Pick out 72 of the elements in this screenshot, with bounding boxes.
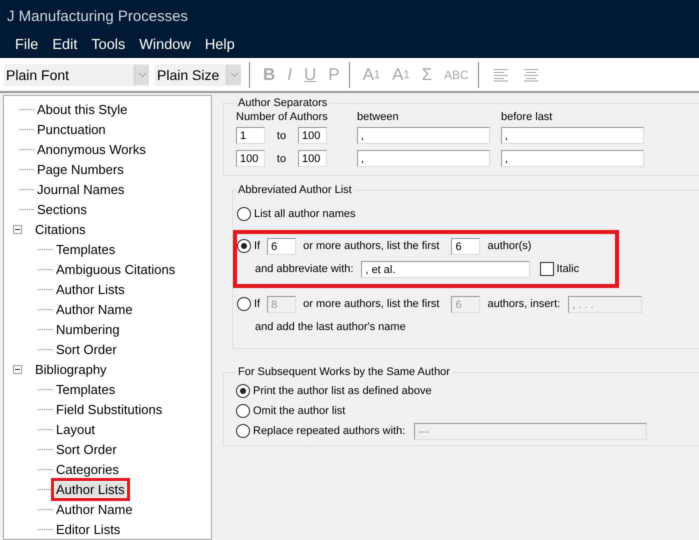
window-title: J Manufacturing Processes (7, 8, 188, 24)
menu-item[interactable]: Window (132, 37, 198, 53)
tree-item[interactable]: Bibliography (34, 362, 108, 376)
option-label: List all author names (254, 208, 356, 220)
tree-item[interactable]: Journal Names (36, 182, 126, 196)
tree-item[interactable]: Citations (34, 222, 87, 236)
tree-item[interactable]: Layout (55, 422, 96, 436)
caret-icon (226, 64, 241, 84)
option-text: author(s) (487, 240, 532, 252)
tree-item[interactable]: Page Numbers (36, 162, 125, 176)
option-text: or more authors, list the first (303, 298, 440, 310)
tree-item[interactable]: Author Lists (55, 482, 126, 496)
caret-icon (134, 64, 149, 84)
input-field[interactable]: , (501, 150, 644, 167)
option-label: If (254, 240, 260, 252)
collapse-icon[interactable] (13, 364, 22, 374)
tree-item[interactable]: Author Name (55, 502, 134, 516)
option-text: and abbreviate with: (255, 263, 354, 275)
radio-button[interactable] (236, 404, 250, 418)
group-title: For Subsequent Works by the Same Author (237, 366, 451, 378)
radio-button[interactable] (237, 297, 251, 311)
checkbox[interactable] (540, 262, 554, 276)
input-field[interactable]: 100 (298, 127, 327, 144)
input-field[interactable]: 6 (267, 238, 296, 254)
menu-item[interactable]: File (8, 37, 46, 53)
tree-item[interactable]: Author Name (55, 302, 134, 316)
tree-item[interactable]: Sort Order (55, 342, 118, 356)
font-dropdown[interactable]: Plain Font (4, 64, 149, 86)
column-header: Number of Authors (236, 111, 329, 123)
menu-item[interactable]: Tools (84, 37, 132, 53)
option-text: or more authors, list the first (303, 240, 440, 252)
option-label: Print the author list as defined above (253, 385, 432, 397)
radio-button[interactable] (237, 239, 251, 253)
tree-item[interactable]: Categories (55, 462, 120, 476)
to-label: to (276, 152, 288, 164)
input-field[interactable]: 100 (236, 150, 265, 167)
tree-item[interactable]: Templates (55, 382, 116, 396)
option-text: authors, insert: (487, 298, 560, 310)
column-header: between (357, 111, 400, 123)
tree-item[interactable]: Field Substitutions (55, 402, 164, 416)
option-label: If (254, 298, 260, 310)
option-label: Omit the author list (253, 405, 346, 417)
tree-item[interactable]: Punctuation (36, 122, 107, 136)
option-label: Replace repeated authors with: (253, 425, 406, 437)
menu-item[interactable]: Help (198, 37, 242, 53)
input-field[interactable]: , (357, 127, 490, 144)
group-title: Author Separators (237, 97, 328, 109)
input-field[interactable]: 100 (298, 150, 327, 167)
size-dropdown[interactable]: Plain Size (155, 64, 241, 86)
tree-item[interactable]: Sort Order (55, 442, 118, 456)
input-field[interactable]: , (357, 150, 490, 167)
tree-item[interactable]: Numbering (55, 322, 121, 336)
to-label: to (276, 130, 288, 142)
tree-item[interactable]: Templates (55, 242, 116, 256)
tree-item[interactable]: About this Style (36, 102, 128, 116)
tree-item[interactable]: Ambiguous Citations (55, 262, 176, 276)
tree-item[interactable]: Anonymous Works (36, 142, 147, 156)
group-title: Abbreviated Author List (237, 184, 353, 196)
radio-button[interactable] (236, 384, 250, 398)
checkbox-label: Italic (556, 263, 580, 275)
menu-item[interactable]: Edit (45, 37, 84, 53)
tree-item[interactable]: Author Lists (55, 282, 126, 296)
column-header: before last (501, 111, 554, 123)
tree-item[interactable]: Sections (36, 202, 88, 216)
input-field[interactable]: , et al. (361, 260, 530, 278)
collapse-icon[interactable] (13, 224, 22, 234)
radio-button[interactable] (237, 207, 251, 221)
tree-item[interactable]: Editor Lists (55, 522, 122, 536)
input-field[interactable]: 1 (236, 127, 265, 144)
input-field[interactable]: 6 (451, 238, 480, 254)
option-text: and add the last author's name (255, 321, 406, 333)
input-field[interactable]: , (501, 127, 644, 144)
